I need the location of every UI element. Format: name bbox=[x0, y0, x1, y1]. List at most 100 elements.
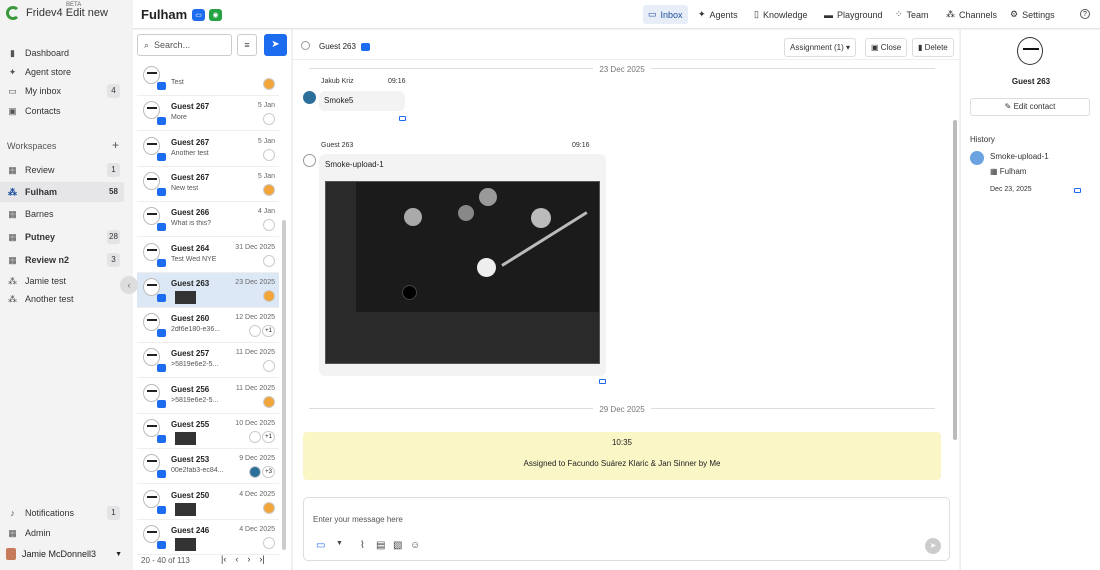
avatar bbox=[6, 548, 16, 560]
user-menu[interactable]: Jamie McDonnell3 ▼ bbox=[6, 548, 122, 560]
avatar bbox=[263, 113, 275, 126]
filter-button[interactable]: ≡ bbox=[237, 34, 257, 56]
assignee-avatars bbox=[263, 501, 275, 514]
sidebar-item-label: Another test bbox=[25, 294, 74, 304]
conversation-date: 5 Jan bbox=[257, 172, 275, 180]
assignment-dropdown[interactable]: Assignment (1) ▾ bbox=[784, 38, 857, 57]
conversation-row[interactable]: Guest 267 New test 5 Jan bbox=[137, 167, 279, 202]
conversation-row[interactable]: Guest 253 00e2fab3-ec84... 9 Dec 2025 +3 bbox=[137, 449, 279, 485]
conversation-row[interactable]: Guest 260 2df6e180-e36... 12 Dec 2025 +1 bbox=[137, 308, 279, 344]
channel-select-icon[interactable]: ▭ bbox=[316, 540, 325, 551]
sidebar-item-label: Putney bbox=[25, 232, 56, 242]
assignee-avatars: +1 bbox=[249, 431, 275, 443]
first-page-icon[interactable]: |‹ bbox=[221, 554, 226, 564]
sidebar-item-fulham[interactable]: ⁂ Fulham 58 bbox=[0, 182, 124, 202]
conversation-row[interactable]: Guest 263 23 Dec 2025 bbox=[137, 272, 279, 308]
attached-image[interactable] bbox=[325, 181, 600, 364]
new-message-button[interactable]: ➤ bbox=[264, 34, 287, 56]
add-workspace-icon[interactable]: + bbox=[112, 139, 119, 151]
conversation-row[interactable]: Guest 246 4 Dec 2025 bbox=[137, 520, 279, 555]
sparkle-icon: ✦ bbox=[698, 9, 706, 19]
tab-label: Agents bbox=[709, 9, 738, 20]
conversation-preview: >5819e6e2-5... bbox=[171, 396, 219, 404]
prev-page-icon[interactable]: ‹ bbox=[235, 554, 238, 564]
sidebar-item-another-test[interactable]: ⁂ Another test bbox=[0, 289, 124, 309]
sparkle-icon: ✦ bbox=[8, 66, 17, 77]
workspaces-label: Workspaces bbox=[7, 141, 57, 151]
brand[interactable]: Fridev4 Edit new BETA bbox=[6, 2, 108, 20]
conversation-name: Guest 267 bbox=[171, 137, 210, 147]
note-icon[interactable]: ▤ bbox=[376, 540, 385, 551]
conversation-row[interactable]: Guest 256 >5819e6e2-5... 11 Dec 2025 bbox=[137, 379, 279, 414]
last-page-icon[interactable]: ›| bbox=[259, 554, 264, 564]
conversation-row[interactable]: Guest 266 What is this? 4 Jan bbox=[137, 202, 279, 238]
sidebar-item-label: Admin bbox=[25, 528, 51, 538]
conversation-row[interactable]: Guest 267 More 5 Jan bbox=[137, 96, 279, 132]
tab-team[interactable]: ⁘ Team bbox=[890, 5, 934, 24]
conversation-row[interactable]: Test bbox=[137, 61, 279, 96]
sidebar-item-barnes[interactable]: ▦ Barnes bbox=[0, 204, 124, 224]
message-composer[interactable]: Enter your message here ▭ ▼ ⌇ ▤ ▧ ☺ ➤ bbox=[303, 497, 950, 561]
emoji-icon[interactable]: ☺ bbox=[410, 540, 420, 551]
tab-settings[interactable]: ⚙ Settings bbox=[1005, 5, 1060, 24]
close-button[interactable]: ▣ Close bbox=[865, 38, 908, 57]
tab-playground[interactable]: ▬ Playground bbox=[819, 5, 888, 24]
sidebar-item-admin[interactable]: ▦ Admin bbox=[0, 523, 124, 543]
search-input[interactable]: ⌕ Search... bbox=[137, 34, 232, 56]
webchat-channel-icon bbox=[157, 187, 166, 196]
sidebar-item-review-n2[interactable]: ▦ Review n2 3 bbox=[0, 250, 124, 270]
pencil-icon: ✎ bbox=[1004, 102, 1012, 111]
system-text: Assigned to Facundo Suárez Klaric & Jan … bbox=[523, 459, 721, 468]
edit-contact-button[interactable]: ✎ Edit contact bbox=[970, 98, 1090, 116]
conversation-row[interactable]: Guest 267 Another test 5 Jan bbox=[137, 132, 279, 167]
conversation-row[interactable]: Guest 250 4 Dec 2025 bbox=[137, 485, 279, 520]
tab-agents[interactable]: ✦ Agents bbox=[693, 5, 743, 24]
assignee-avatars bbox=[263, 183, 275, 196]
webchat-channel-icon bbox=[157, 223, 166, 232]
close-label: Close bbox=[880, 43, 902, 52]
whatsapp-channel-icon: ◉ bbox=[209, 9, 222, 21]
sidebar-item-putney[interactable]: ▦ Putney 28 bbox=[0, 227, 124, 247]
sidebar-item-label: Barnes bbox=[25, 209, 54, 219]
list-scrollbar[interactable] bbox=[282, 220, 286, 550]
chat-scrollbar[interactable] bbox=[953, 120, 957, 440]
delete-button[interactable]: ▮ Delete bbox=[912, 38, 954, 57]
sidebar-item-my-inbox[interactable]: ▭ My inbox 4 bbox=[0, 81, 124, 101]
next-page-icon[interactable]: › bbox=[247, 554, 250, 564]
history-title[interactable]: Smoke-upload-1 bbox=[990, 152, 1049, 161]
sidebar-item-review[interactable]: ▦ Review 1 bbox=[0, 160, 124, 180]
webchat-channel-icon bbox=[157, 540, 166, 549]
logo-icon bbox=[6, 6, 20, 20]
tab-channels[interactable]: ⁂ Channels bbox=[941, 5, 1002, 24]
help-icon[interactable]: ? bbox=[1080, 9, 1090, 19]
chevron-down-icon[interactable]: ▼ bbox=[336, 540, 343, 547]
tab-inbox[interactable]: ▭ Inbox bbox=[643, 5, 688, 24]
conversation-row[interactable]: Guest 264 Test Wed NYE 31 Dec 2025 bbox=[137, 238, 279, 273]
sticker-icon[interactable]: ▧ bbox=[393, 540, 402, 551]
collapse-sidebar-icon[interactable]: ‹ bbox=[120, 276, 138, 294]
tab-label: Channels bbox=[959, 9, 998, 20]
conversation-row[interactable]: Guest 255 10 Dec 2025 +1 bbox=[137, 414, 279, 449]
sidebar-item-contacts[interactable]: ▣ Contacts bbox=[0, 101, 124, 121]
conversation-row[interactable]: Guest 257 >5819e6e2-5... 11 Dec 2025 bbox=[137, 343, 279, 379]
webchat-channel-icon bbox=[157, 505, 166, 514]
conversation-date: 5 Jan bbox=[257, 137, 275, 145]
avatar bbox=[303, 91, 316, 104]
attach-icon[interactable]: ⌇ bbox=[360, 540, 365, 551]
assignee-avatars bbox=[263, 113, 275, 126]
sidebar-item-dashboard[interactable]: ▮ Dashboard bbox=[0, 43, 124, 63]
contact-name: Guest 263 bbox=[1011, 77, 1051, 86]
webchat-channel-icon bbox=[157, 82, 166, 90]
tab-knowledge[interactable]: ▯ Knowledge bbox=[749, 5, 813, 24]
count-badge: 58 bbox=[109, 187, 118, 196]
more-assignees: +1 bbox=[262, 431, 275, 443]
sidebar-item-agent-store[interactable]: ✦ Agent store bbox=[0, 62, 124, 82]
conversation-name: Guest 246 bbox=[171, 525, 210, 535]
assignee-avatars bbox=[263, 360, 275, 373]
send-message-button[interactable]: ➤ bbox=[925, 538, 941, 554]
sidebar-item-notifications[interactable]: ♪ Notifications 1 bbox=[0, 503, 124, 523]
avatar bbox=[263, 501, 275, 514]
conversation-date: 4 Jan bbox=[257, 208, 275, 216]
sidebar-item-jamie-test[interactable]: ⁂ Jamie test bbox=[0, 271, 124, 291]
webchat-channel-icon bbox=[157, 399, 166, 408]
